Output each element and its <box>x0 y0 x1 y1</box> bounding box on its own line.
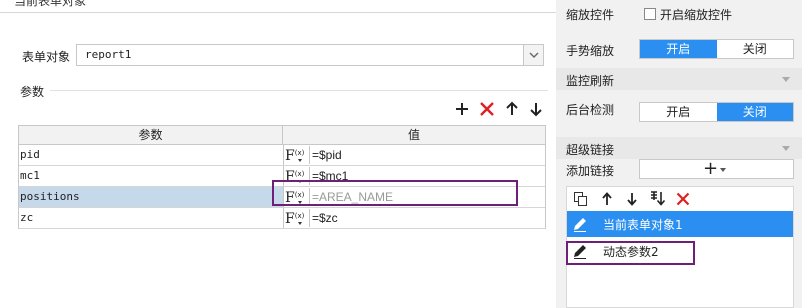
gesture-zoom-toggle[interactable]: 开启 关闭 <box>639 39 794 59</box>
add-icon: + <box>703 158 719 179</box>
monitor-refresh-label: 监控刷新 <box>566 74 615 88</box>
background-detect-off-button[interactable]: 关闭 <box>716 103 793 121</box>
edit-icon[interactable] <box>571 215 589 233</box>
delete-icon[interactable] <box>675 191 691 207</box>
chevron-down-icon <box>720 168 726 172</box>
column-header-param[interactable]: 参数 <box>19 126 283 144</box>
chevron-down-icon[interactable] <box>523 45 543 65</box>
params-group-label: 参数 <box>20 85 45 99</box>
params-table: 参数 值 pid F(x) =$pid mc1 F(x) =$mc1 posit… <box>18 125 546 229</box>
list-item-label: 当前表单对象1 <box>603 218 683 232</box>
copy-icon[interactable] <box>573 191 589 207</box>
hyperlink-section[interactable]: 超级链接 <box>556 137 802 159</box>
zoom-control-checkbox[interactable] <box>644 8 656 20</box>
move-down-icon[interactable] <box>527 100 545 118</box>
form-object-value: report1 <box>85 48 132 61</box>
move-up-icon[interactable] <box>599 191 615 207</box>
table-row[interactable]: pid F(x) =$pid <box>19 145 545 166</box>
param-value-text: =$pid <box>312 148 342 162</box>
zoom-control-label: 缩放控件 <box>566 8 615 22</box>
chevron-down-icon[interactable] <box>782 146 790 151</box>
left-panel: 当前表单对象 表单对象 report1 参数 参数 值 pid F(x) =$p… <box>0 0 556 308</box>
chevron-down-icon[interactable] <box>782 77 790 82</box>
param-value-cell[interactable]: F(x) =$pid <box>283 145 545 165</box>
properties-panel: 缩放控件 开启缩放控件 手势缩放 开启 关闭 监控刷新 后台检测 开启 关闭 超… <box>556 0 802 308</box>
gesture-zoom-on-button[interactable]: 开启 <box>640 40 717 58</box>
add-link-label: 添加链接 <box>566 164 615 178</box>
table-header-row: 参数 值 <box>19 126 545 145</box>
gesture-zoom-off-button[interactable]: 关闭 <box>717 40 794 58</box>
gesture-zoom-label: 手势缩放 <box>566 44 615 58</box>
title-divider <box>0 12 556 13</box>
highlight-box <box>566 241 695 265</box>
column-header-value[interactable]: 值 <box>283 126 545 144</box>
param-name-cell[interactable]: mc1 <box>19 166 284 186</box>
form-object-select[interactable]: report1 <box>76 44 544 66</box>
add-link-button[interactable]: + <box>639 159 794 179</box>
param-name-cell[interactable]: positions <box>19 187 284 207</box>
param-value-text: =$zc <box>312 211 338 225</box>
list-item-selected[interactable]: 当前表单对象1 <box>567 211 793 237</box>
form-object-label: 表单对象 <box>22 50 71 64</box>
param-name-cell[interactable]: zc <box>19 208 284 228</box>
formula-icon[interactable]: F(x) <box>283 209 310 227</box>
background-detect-toggle[interactable]: 开启 关闭 <box>639 102 794 122</box>
param-name-cell[interactable]: pid <box>19 145 284 165</box>
background-detect-label: 后台检测 <box>566 103 615 117</box>
add-icon[interactable] <box>453 100 471 118</box>
param-value-cell[interactable]: F(x) =$zc <box>283 208 545 228</box>
highlight-box <box>272 180 518 206</box>
params-group-divider <box>50 90 548 91</box>
background-detect-on-button[interactable]: 开启 <box>640 103 717 121</box>
hyperlink-label: 超级链接 <box>566 143 615 157</box>
panel-title: 当前表单对象 <box>14 0 87 8</box>
move-to-bottom-icon[interactable] <box>649 190 667 208</box>
move-down-icon[interactable] <box>624 191 640 207</box>
delete-icon[interactable] <box>478 100 496 118</box>
formula-icon[interactable]: F(x) <box>283 146 310 164</box>
move-up-icon[interactable] <box>503 100 521 118</box>
monitor-refresh-section[interactable]: 监控刷新 <box>556 68 802 90</box>
zoom-control-checkbox-label[interactable]: 开启缩放控件 <box>660 6 732 23</box>
table-row[interactable]: zc F(x) =$zc <box>19 208 545 229</box>
